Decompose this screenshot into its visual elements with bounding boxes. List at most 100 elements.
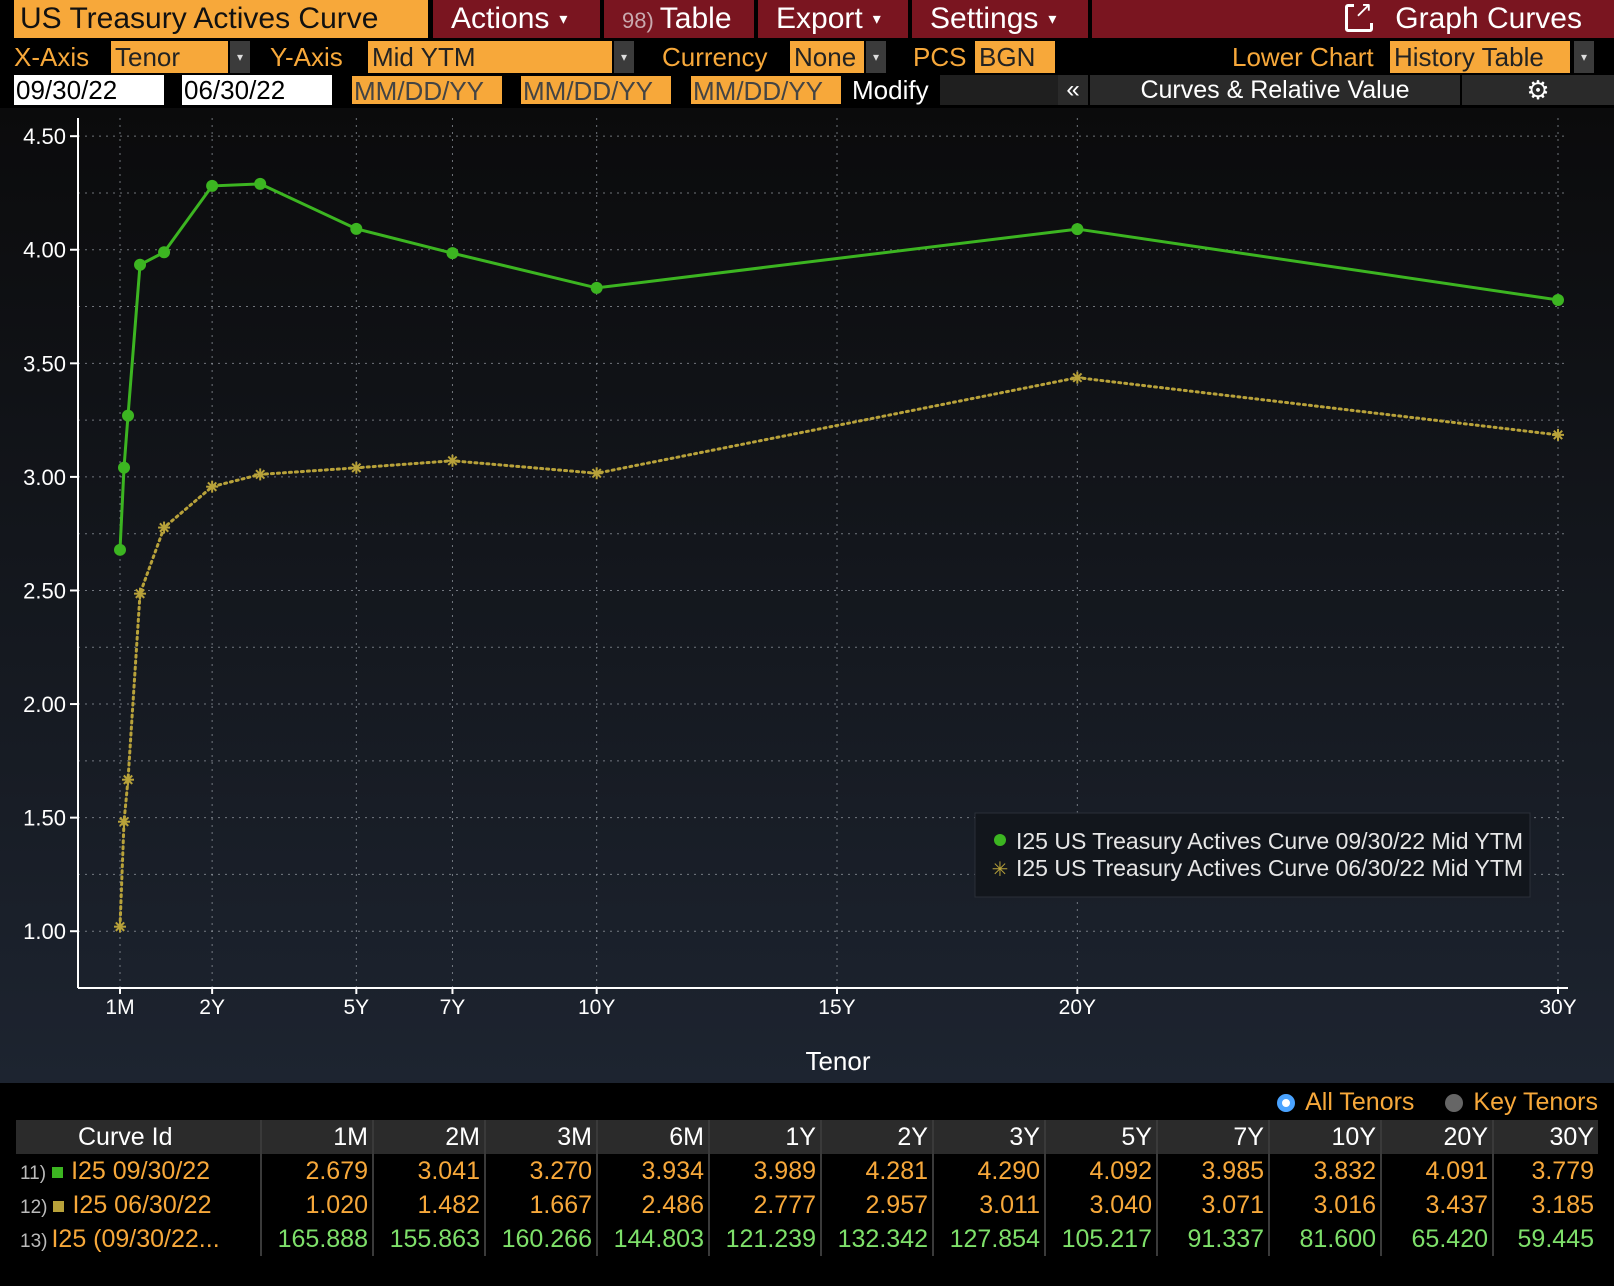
yield-curve-chart: 4.50 4.00 3.50 3.00 2.50 2.00 1.50 1.00 1M 2Y 5Y 7Y…: [0, 108, 1614, 1083]
actions-label: Actions: [451, 2, 550, 35]
lower-chart-dropdown-icon[interactable]: ▾: [1574, 41, 1594, 73]
data-point: [1071, 223, 1084, 236]
table-cell-10y: 3.016: [1270, 1188, 1382, 1222]
curve-date-3-input[interactable]: MM/DD/YY: [351, 75, 503, 106]
x-tick-label: 7Y: [440, 996, 466, 1019]
data-point: [118, 461, 131, 474]
key-tenors-radio[interactable]: [1445, 1094, 1464, 1112]
table-cell-5y: 3.040: [1046, 1188, 1158, 1222]
export-label: Export: [776, 2, 863, 35]
yaxis-dropdown-icon[interactable]: ▾: [614, 41, 634, 73]
legend-label-series-2: I25 US Treasury Actives Curve 06/30/22 M…: [1016, 855, 1523, 881]
currency-label: Currency: [662, 42, 768, 72]
curve-id-cell[interactable]: 13) I25 (09/30/22...: [16, 1222, 262, 1256]
xaxis-dropdown-icon[interactable]: ▾: [230, 41, 250, 73]
series-color-swatch: [52, 1167, 64, 1178]
legend-marker-series-2: ✳: [992, 857, 1009, 881]
tenor-toggle: All Tenors Key Tenors: [1277, 1085, 1598, 1119]
header-curve-id[interactable]: Curve Id: [16, 1120, 262, 1154]
lower-chart-label: Lower Chart: [1232, 42, 1374, 72]
currency-select[interactable]: None: [790, 41, 864, 73]
table-cell-2m: 1.482: [374, 1188, 486, 1222]
series-color-swatch: [53, 1201, 65, 1212]
table-cell-3m: 3.270: [486, 1154, 598, 1188]
y-tick-label: 1.50: [23, 806, 66, 831]
date-row-spacer: [940, 75, 1077, 105]
pcs-input[interactable]: BGN: [975, 41, 1055, 73]
header-2y[interactable]: 2Y: [822, 1120, 934, 1154]
curve-id-cell[interactable]: 11) I25 09/30/22: [16, 1154, 262, 1188]
curve-id-cell[interactable]: 12) I25 06/30/22: [16, 1188, 262, 1222]
export-menu[interactable]: Export ▾: [758, 0, 908, 38]
header-3y[interactable]: 3Y: [934, 1120, 1046, 1154]
curve-id-label: I25 (09/30/22...: [51, 1225, 220, 1253]
yaxis-select[interactable]: Mid YTM: [368, 41, 612, 73]
header-3m[interactable]: 3M: [486, 1120, 598, 1154]
table-cell-6m: 144.803: [598, 1222, 710, 1256]
curve-date-2-input[interactable]: 06/30/22: [182, 75, 332, 105]
curve-date-5-input[interactable]: MM/DD/YY: [690, 75, 842, 106]
settings-label: Settings: [930, 2, 1039, 35]
y-tick-label: 3.50: [23, 351, 66, 376]
x-tick-label: 30Y: [1539, 996, 1576, 1019]
table-cell-7y: 3.985: [1158, 1154, 1270, 1188]
table-row[interactable]: 11) I25 09/30/22 2.679 3.041 3.270 3.934 3.989…: [16, 1154, 1598, 1188]
modify-button[interactable]: Modify: [852, 75, 937, 105]
table-row[interactable]: 13) I25 (09/30/22... 165.888 155.863 160.266…: [16, 1222, 1598, 1256]
gear-icon[interactable]: ⚙: [1462, 75, 1614, 105]
data-point: [206, 179, 219, 192]
lower-chart-select[interactable]: History Table: [1390, 41, 1570, 73]
x-tick-label: 2Y: [199, 996, 225, 1019]
settings-menu[interactable]: Settings ▾: [912, 0, 1088, 38]
header-6m[interactable]: 6M: [598, 1120, 710, 1154]
header-30y[interactable]: 30Y: [1494, 1120, 1598, 1154]
table-cell-30y: 59.445: [1517, 1225, 1594, 1253]
currency-dropdown-icon[interactable]: ▾: [866, 41, 886, 73]
all-tenors-label[interactable]: All Tenors: [1305, 1088, 1414, 1116]
window-title: US Treasury Actives Curve: [14, 0, 428, 38]
xaxis-select[interactable]: Tenor: [111, 41, 228, 73]
table-button[interactable]: 98) Table: [604, 0, 754, 38]
curves-relative-value-tab[interactable]: Curves & Relative Value: [1090, 75, 1460, 105]
table-cell-1m: 2.679: [262, 1154, 374, 1188]
header-5y[interactable]: 5Y: [1046, 1120, 1158, 1154]
table-cell-5y: 105.217: [1046, 1222, 1158, 1256]
header-1y[interactable]: 1Y: [710, 1120, 822, 1154]
header-7y[interactable]: 7Y: [1158, 1120, 1270, 1154]
data-point: [446, 247, 459, 260]
x-axis-title: Tenor: [805, 1046, 870, 1076]
chevron-down-icon: ▾: [1048, 11, 1057, 29]
table-cell-1m: 1.020: [262, 1188, 374, 1222]
x-tick-label: 1M: [105, 996, 134, 1019]
all-tenors-radio[interactable]: [1277, 1094, 1296, 1112]
table-cell-1y: 2.777: [710, 1188, 822, 1222]
external-link-icon: [1345, 0, 1374, 32]
table-row[interactable]: 12) I25 06/30/22 1.020 1.482 1.667 2.486 2.777…: [16, 1188, 1598, 1222]
row-number: 11): [20, 1163, 47, 1184]
table-cell-30y: 3.185: [1531, 1191, 1594, 1219]
header-1m[interactable]: 1M: [262, 1120, 374, 1154]
table-label: Table: [659, 2, 732, 35]
curve-date-4-input[interactable]: MM/DD/YY: [520, 75, 672, 106]
data-point: [1552, 293, 1564, 306]
header-10y[interactable]: 10Y: [1270, 1120, 1382, 1154]
data-point: [158, 246, 171, 259]
header-2m[interactable]: 2M: [374, 1120, 486, 1154]
yaxis-label: Y-Axis: [270, 42, 343, 72]
table-cell-3y: 4.290: [934, 1154, 1046, 1188]
table-cell-3m: 1.667: [486, 1188, 598, 1222]
graph-curves-button[interactable]: Graph Curves: [1092, 0, 1614, 38]
parameter-row: X-Axis Tenor ▾ Y-Axis Mid YTM ▾ Currency…: [0, 41, 1614, 73]
table-cell-2y: 4.281: [822, 1154, 934, 1188]
table-empty-row: [16, 1256, 1598, 1286]
header-20y[interactable]: 20Y: [1382, 1120, 1494, 1154]
table-cell-30y: 3.779: [1531, 1157, 1594, 1185]
key-tenors-label[interactable]: Key Tenors: [1473, 1088, 1598, 1116]
curve-date-1-input[interactable]: 09/30/22: [14, 75, 164, 105]
table-cell-2m: 3.041: [374, 1154, 486, 1188]
table-cell-3y: 3.011: [934, 1188, 1046, 1222]
table-cell-1m: 165.888: [262, 1222, 374, 1256]
actions-menu[interactable]: Actions ▾: [433, 0, 600, 38]
chevron-down-icon: ▾: [559, 11, 568, 29]
collapse-panel-button[interactable]: «: [1058, 75, 1088, 105]
